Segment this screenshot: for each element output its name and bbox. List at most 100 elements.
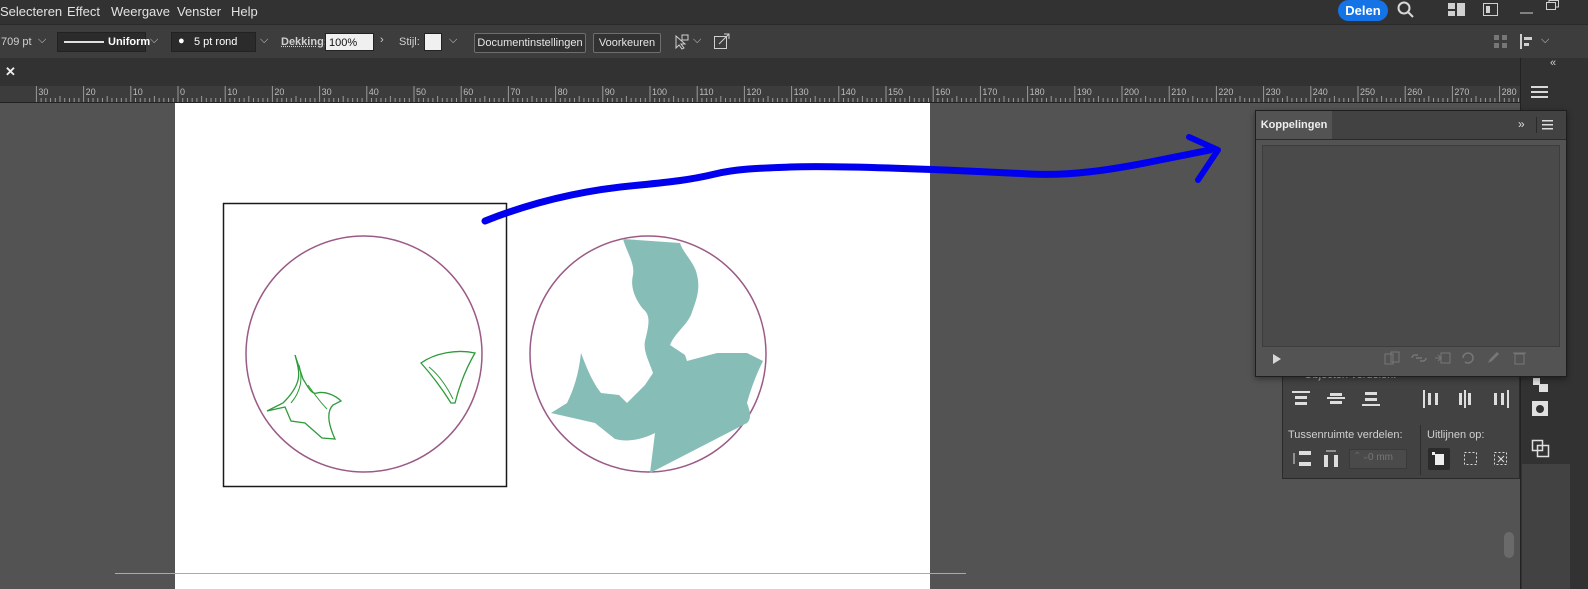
links-list[interactable] [1262, 145, 1560, 347]
green-figure-right-detail [429, 367, 453, 399]
goto-link-icon[interactable] [1410, 351, 1428, 365]
pathfinder-icon[interactable] [1531, 376, 1551, 394]
search-icon[interactable] [1397, 1, 1415, 19]
ruler-tick-label: 40 [369, 87, 379, 97]
left-circle[interactable] [246, 236, 482, 472]
stroke-profile-label: Uniform [108, 33, 150, 51]
ruler-tick-label: 20 [274, 87, 284, 97]
grid-icon[interactable] [1494, 35, 1508, 49]
restore-icon[interactable] [1546, 0, 1560, 10]
green-figure-right[interactable] [421, 351, 475, 403]
align-panel-icon[interactable] [1520, 34, 1536, 50]
workspace-icon[interactable] [1448, 3, 1466, 17]
ruler-tick-label: 70 [510, 87, 520, 97]
update-icon[interactable] [1460, 351, 1476, 365]
transform-icon[interactable] [713, 33, 731, 50]
divider [1420, 425, 1421, 475]
blue-arrow-annotation [470, 128, 1230, 228]
select-similar-icon[interactable] [672, 34, 690, 50]
trash-icon[interactable] [1512, 351, 1528, 365]
control-bar: 709 pt ⌵ Uniform ⌵ ● 5 pt rond ⌵ Dekking… [0, 24, 1588, 59]
opacity-label[interactable]: Dekking: [281, 36, 327, 48]
relink-icon[interactable] [1384, 351, 1402, 365]
chevron-right-icon[interactable]: › [380, 34, 384, 46]
close-icon[interactable]: ✕ [5, 64, 16, 80]
distribute-right-icon[interactable] [1491, 389, 1513, 409]
ruler-tick-label: 240 [1313, 87, 1328, 97]
ruler-tick-label: 280 [1502, 87, 1517, 97]
minimize-icon[interactable] [1520, 2, 1534, 14]
document-settings-button[interactable]: Documentinstellingen [474, 33, 586, 53]
green-figure-left[interactable] [267, 355, 341, 439]
divider [1536, 117, 1537, 133]
ruler-tick-label: 260 [1407, 87, 1422, 97]
horizontal-ruler[interactable]: 30 20 10 0 10 20 30 40 50 60 70 80 90 100 110 120 130 140… [0, 86, 1520, 103]
guide-line[interactable] [115, 573, 966, 574]
ruler-tick-label: 230 [1266, 87, 1281, 97]
align-to-key-object-icon[interactable] [1493, 451, 1509, 467]
chevron-down-icon[interactable]: ⌵ [449, 34, 457, 47]
ruler-tick-label: 100 [652, 87, 667, 97]
collapse-icon[interactable]: « [1550, 57, 1556, 69]
opacity-input[interactable]: 100% [325, 33, 374, 51]
menu-help[interactable]: Help [231, 4, 258, 19]
menu-effect[interactable]: Effect [67, 4, 100, 19]
distribute-top-icon[interactable] [1291, 389, 1313, 409]
brush-dot-icon: ● [178, 32, 185, 50]
chevron-down-icon[interactable]: ⌵ [38, 34, 46, 47]
chevron-down-icon[interactable]: ⌵ [150, 34, 158, 47]
ruler-tick-label: 140 [841, 87, 856, 97]
align-panel: Objecten verdelen: Tussenruimte verdelen… [1282, 364, 1520, 479]
style-swatch[interactable] [424, 33, 442, 51]
menu-bar: Selecteren Effect Weergave Venster Help … [0, 0, 1588, 24]
align-to-label: Uitlijnen op: [1427, 429, 1484, 441]
align-to-selection-icon[interactable] [1463, 451, 1479, 467]
distribute-vspace-icon[interactable] [1291, 449, 1313, 469]
vertical-scrollbar-thumb[interactable] [1504, 532, 1514, 558]
chevron-down-icon[interactable]: ⌵ [260, 34, 268, 47]
ruler-tick-label: 120 [746, 87, 761, 97]
ruler-tick-label: 200 [1124, 87, 1139, 97]
transform-panel-icon[interactable] [1531, 400, 1551, 418]
ruler-tick-label: 50 [416, 87, 426, 97]
distribute-bottom-icon[interactable] [1361, 389, 1383, 409]
collapse-panel-icon[interactable]: » [1518, 117, 1525, 131]
brush-select[interactable]: ● 5 pt rond [171, 32, 256, 52]
ruler-tick-label: 210 [1171, 87, 1186, 97]
edit-icon[interactable] [1486, 351, 1502, 365]
menu-venster[interactable]: Venster [177, 4, 221, 19]
document-tab-strip: ✕ [0, 58, 1520, 86]
distribute-hspace-icon[interactable] [1321, 449, 1343, 469]
chevron-down-icon[interactable]: ⌵ [1541, 34, 1549, 47]
ruler-tick-label: 30 [322, 87, 332, 97]
rectangle-frame[interactable] [224, 204, 507, 487]
ruler-tick-label: 30 [38, 87, 48, 97]
menu-icon[interactable] [1531, 85, 1549, 99]
ruler-tick-label: 270 [1454, 87, 1469, 97]
preferences-button[interactable]: Voorkeuren [593, 33, 661, 53]
play-icon[interactable] [1272, 353, 1282, 365]
ruler-tick-label: 180 [1030, 87, 1045, 97]
ruler-tick-label: 10 [133, 87, 143, 97]
distribute-vcenter-icon[interactable] [1326, 389, 1348, 409]
stroke-profile-select[interactable]: Uniform [57, 32, 146, 52]
panel-menu-icon[interactable] [1542, 120, 1554, 130]
ruler-tick-label: 0 [180, 87, 185, 97]
ruler-tick-label: 250 [1360, 87, 1375, 97]
embed-icon[interactable] [1434, 351, 1452, 365]
share-button[interactable]: Delen [1338, 0, 1388, 21]
distribute-spacing-label: Tussenruimte verdelen: [1288, 429, 1403, 441]
distribute-left-icon[interactable] [1421, 389, 1443, 409]
chevron-down-icon[interactable]: ⌵ [693, 34, 701, 47]
stroke-width-value[interactable]: 709 pt [1, 36, 32, 48]
tab-koppelingen[interactable]: Koppelingen [1256, 111, 1332, 139]
artboards-icon[interactable] [1531, 439, 1551, 459]
align-to-artboard-button[interactable] [1428, 448, 1450, 470]
menu-selecteren[interactable]: Selecteren [0, 4, 62, 19]
dock-scroll-area [1522, 464, 1570, 589]
spacing-input[interactable]: ⌃⌄ 0 mm [1349, 449, 1407, 469]
distribute-hcenter-icon[interactable] [1456, 389, 1478, 409]
arrange-icon[interactable] [1483, 3, 1499, 17]
menu-weergave[interactable]: Weergave [111, 4, 170, 19]
ruler-tick-label: 10 [227, 87, 237, 97]
